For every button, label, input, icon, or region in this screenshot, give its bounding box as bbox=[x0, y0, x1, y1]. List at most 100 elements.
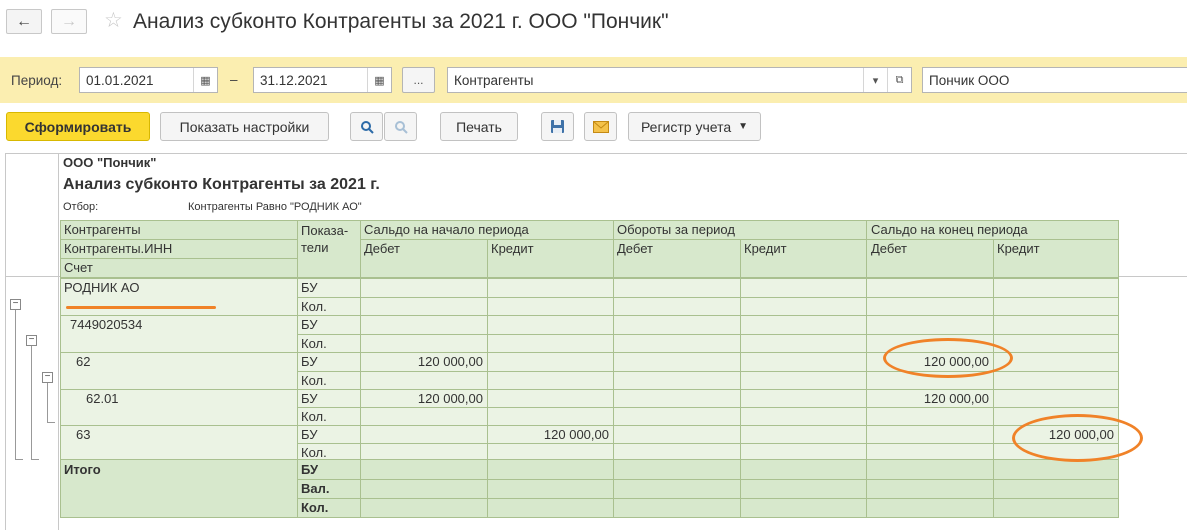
header-inn: Контрагенты.ИНН bbox=[64, 241, 173, 256]
grid-line bbox=[1118, 220, 1119, 518]
header-account: Счет bbox=[64, 260, 93, 275]
grid-line bbox=[360, 220, 361, 518]
tree-line bbox=[31, 459, 39, 460]
grid-line bbox=[297, 334, 1119, 335]
row-value-ob-d: 120 000,00 bbox=[417, 391, 483, 406]
row-value-ob-d: 120 000,00 bbox=[417, 354, 483, 369]
filter-label: Отбор: bbox=[63, 201, 99, 213]
search-clear-icon bbox=[394, 120, 408, 134]
row-indicator: БУ bbox=[301, 391, 318, 406]
row-indicator: БУ bbox=[301, 317, 318, 332]
tree-line bbox=[47, 383, 48, 423]
header-turnover: Обороты за период bbox=[617, 222, 735, 237]
grid-line bbox=[60, 239, 297, 240]
row-indicator: Кол. bbox=[301, 445, 327, 460]
register-dropdown-button[interactable]: Регистр учета ▼ bbox=[628, 112, 761, 141]
open-icon[interactable]: ⧉ bbox=[887, 68, 911, 92]
grid-line bbox=[60, 258, 297, 259]
forward-button[interactable]: → bbox=[51, 9, 87, 34]
header-closing-credit: Кредит bbox=[997, 241, 1040, 256]
organization-field[interactable]: Пончик ООО bbox=[922, 67, 1187, 93]
date-from-field[interactable]: 01.01.2021 ▦ bbox=[79, 67, 218, 93]
row-value-ob-c: 120 000,00 bbox=[543, 427, 609, 442]
floppy-disk-icon bbox=[551, 120, 564, 133]
date-to-field[interactable]: 31.12.2021 ▦ bbox=[253, 67, 392, 93]
period-dash: – bbox=[230, 72, 238, 87]
print-button[interactable]: Печать bbox=[440, 112, 518, 141]
gutter-divider bbox=[58, 153, 59, 530]
total-indicator-qty: Кол. bbox=[301, 500, 329, 515]
row-name: 62.01 bbox=[86, 391, 119, 406]
tree-line bbox=[15, 459, 23, 460]
annotation-ellipse bbox=[1012, 414, 1143, 462]
row-indicator: БУ bbox=[301, 427, 318, 442]
grid-line bbox=[297, 498, 1119, 499]
grid-line bbox=[60, 220, 61, 518]
total-label: Итого bbox=[64, 462, 101, 477]
grid-line bbox=[60, 220, 1119, 221]
subconto-type-value: Контрагенты bbox=[454, 72, 534, 88]
back-button[interactable]: ← bbox=[6, 9, 42, 34]
row-name: 63 bbox=[76, 427, 91, 442]
send-email-button[interactable] bbox=[584, 112, 617, 141]
period-label: Период: bbox=[11, 73, 63, 88]
grid-line bbox=[740, 239, 741, 518]
clear-search-button[interactable] bbox=[384, 112, 417, 141]
header-counterparties: Контрагенты bbox=[64, 222, 141, 237]
save-button[interactable] bbox=[541, 112, 574, 141]
arrow-left-icon: ← bbox=[16, 12, 32, 30]
register-label: Регистр учета bbox=[640, 118, 732, 135]
grid-line bbox=[297, 220, 298, 518]
grid-line bbox=[60, 278, 1119, 279]
row-indicator: Кол. bbox=[301, 409, 327, 424]
header-opening-debit: Дебет bbox=[364, 241, 400, 256]
subconto-type-field[interactable]: Контрагенты ▾ ⧉ bbox=[447, 67, 912, 93]
date-from-value: 01.01.2021 bbox=[86, 72, 154, 88]
show-settings-button[interactable]: Показать настройки bbox=[160, 112, 329, 141]
collapse-toggle-account-62[interactable]: − bbox=[42, 372, 53, 383]
row-indicator: Кол. bbox=[301, 299, 327, 314]
dropdown-arrow-icon[interactable]: ▾ bbox=[863, 68, 887, 92]
table-total bbox=[60, 460, 1119, 518]
generate-button[interactable]: Сформировать bbox=[6, 112, 150, 141]
annotation-underline bbox=[66, 306, 216, 309]
collapse-toggle-inn[interactable]: − bbox=[26, 335, 37, 346]
header-closing-balance: Сальдо на конец периода bbox=[871, 222, 1028, 237]
row-indicator: БУ bbox=[301, 280, 318, 295]
search-icon bbox=[360, 120, 374, 134]
header-closing-debit: Дебет bbox=[871, 241, 907, 256]
header-indicators: Показа- тели bbox=[301, 223, 349, 255]
collapse-toggle-counterparty[interactable]: − bbox=[10, 299, 21, 310]
ellipsis-icon: ... bbox=[413, 73, 424, 87]
grid-line bbox=[60, 459, 1119, 460]
grid-line bbox=[60, 389, 1119, 390]
grid-line bbox=[297, 443, 1119, 444]
generate-label: Сформировать bbox=[24, 118, 132, 135]
grid-line bbox=[297, 407, 1119, 408]
arrow-right-icon: → bbox=[61, 12, 77, 30]
envelope-icon bbox=[592, 120, 609, 133]
window-title: Анализ субконто Контрагенты за 2021 г. О… bbox=[133, 10, 669, 33]
grid-line bbox=[60, 315, 1119, 316]
annotation-ellipse bbox=[883, 338, 1013, 378]
star-icon[interactable]: ☆ bbox=[104, 8, 123, 33]
select-period-button[interactable]: ... bbox=[402, 67, 435, 93]
dropdown-arrow-icon: ▼ bbox=[738, 121, 749, 132]
grid-line bbox=[297, 479, 1119, 480]
total-indicator-bu: БУ bbox=[301, 462, 319, 477]
period-panel: Период: 01.01.2021 ▦ – 31.12.2021 ▦ ... … bbox=[0, 57, 1187, 103]
grid-line bbox=[297, 297, 1119, 298]
grid-line bbox=[487, 239, 488, 518]
print-label: Печать bbox=[456, 118, 502, 135]
row-indicator: БУ bbox=[301, 354, 318, 369]
calendar-icon[interactable]: ▦ bbox=[367, 68, 391, 92]
header-turnover-debit: Дебет bbox=[617, 241, 653, 256]
grid-line bbox=[993, 239, 994, 518]
row-name: РОДНИК АО bbox=[64, 280, 140, 295]
report-org-name: ООО "Пончик" bbox=[63, 155, 157, 170]
grid-line bbox=[866, 220, 867, 518]
tree-line bbox=[31, 346, 32, 460]
search-button[interactable] bbox=[350, 112, 383, 141]
calendar-icon[interactable]: ▦ bbox=[193, 68, 217, 92]
report-heading: Анализ субконто Контрагенты за 2021 г. bbox=[63, 176, 380, 193]
